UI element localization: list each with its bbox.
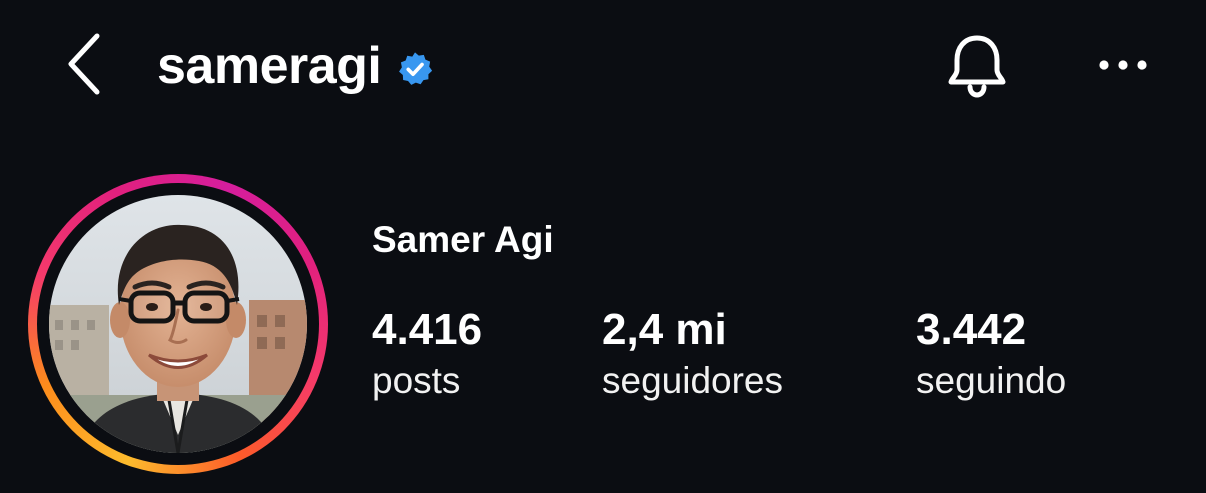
- display-name: Samer Agi: [372, 219, 554, 260]
- bell-icon: [945, 30, 1009, 105]
- more-options-button[interactable]: [1086, 40, 1160, 94]
- following-count: 3.442: [916, 305, 1027, 354]
- verified-badge-icon: [397, 51, 433, 87]
- username: sameragi: [157, 37, 382, 95]
- following-stat[interactable]: 3.442 seguindo: [916, 305, 1067, 405]
- story-ring[interactable]: [28, 174, 328, 474]
- avatar-border: [37, 183, 319, 465]
- back-button[interactable]: [58, 30, 112, 102]
- posts-label: posts: [372, 360, 461, 402]
- avatar: [49, 195, 307, 453]
- followers-stat[interactable]: 2,4 mi seguidores: [602, 305, 784, 405]
- notifications-button[interactable]: [940, 30, 1014, 104]
- followers-label: seguidores: [602, 360, 784, 402]
- followers-count: 2,4 mi: [602, 305, 727, 354]
- posts-count: 4.416: [372, 305, 483, 354]
- posts-stat[interactable]: 4.416 posts: [372, 305, 483, 405]
- profile-header-title: sameragi: [157, 30, 433, 102]
- more-horizontal-icon: [1098, 58, 1148, 76]
- chevron-left-icon: [65, 32, 105, 101]
- following-label: seguindo: [916, 360, 1067, 402]
